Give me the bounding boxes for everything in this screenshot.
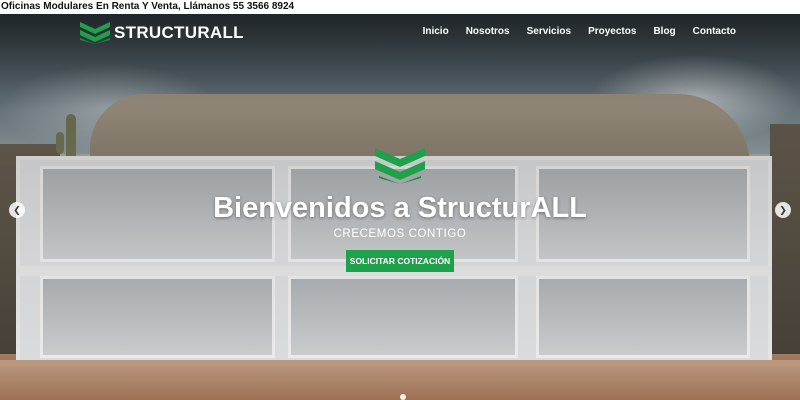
chevron-left-icon: ❮ (13, 205, 21, 215)
nav-item-nosotros[interactable]: Nosotros (466, 26, 510, 37)
chevron-logo-icon (80, 22, 110, 44)
logo-text: STRUCTURALL (114, 23, 244, 42)
hero-title: Bienvenidos a StructurALL (213, 192, 587, 224)
nav-item-inicio[interactable]: Inicio (423, 26, 449, 37)
slider-pagination-dot[interactable] (400, 394, 406, 400)
hero-subtitle: CRECEMOS CONTIGO (333, 228, 467, 240)
nav-item-contacto[interactable]: Contacto (693, 26, 736, 37)
site-logo[interactable]: STRUCTURALL (80, 22, 244, 44)
main-nav: Inicio Nosotros Servicios Proyectos Blog… (423, 26, 736, 37)
hero-chevron-logo-icon (375, 148, 425, 184)
slider-next-button[interactable]: ❯ (775, 202, 791, 218)
slider-prev-button[interactable]: ❮ (9, 202, 25, 218)
request-quote-button[interactable]: SOLICITAR COTIZACIÓN (346, 250, 454, 272)
announcement-text: Oficinas Modulares En Renta Y Venta, Llá… (1, 1, 295, 12)
nav-item-servicios[interactable]: Servicios (527, 26, 571, 37)
nav-item-proyectos[interactable]: Proyectos (588, 26, 636, 37)
top-announcement-bar: Oficinas Modulares En Renta Y Venta, Llá… (0, 0, 800, 14)
hero-slider: STRUCTURALL Inicio Nosotros Servicios Pr… (0, 14, 800, 400)
nav-item-blog[interactable]: Blog (653, 26, 675, 37)
chevron-right-icon: ❯ (779, 205, 787, 215)
